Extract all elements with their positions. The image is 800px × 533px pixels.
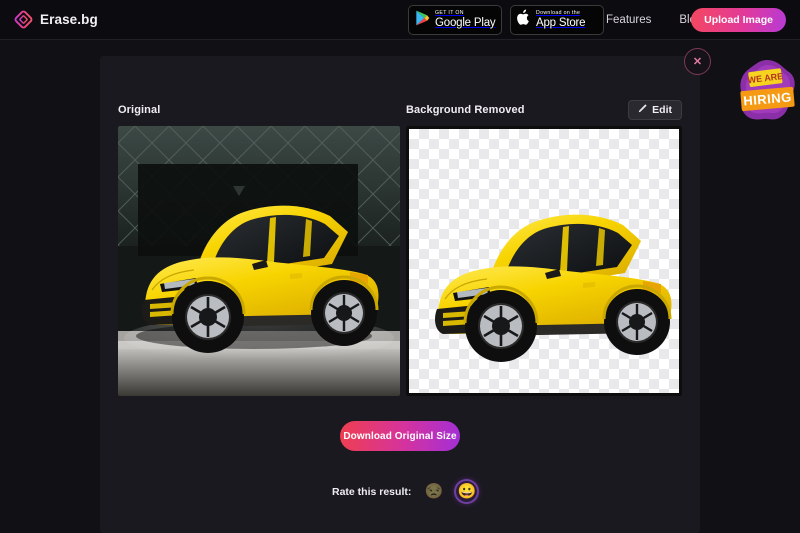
original-panel-header: Original xyxy=(118,100,400,120)
google-play-icon xyxy=(415,10,430,31)
download-original-size-button[interactable]: Download Original Size xyxy=(340,421,460,451)
top-header: Erase.bg GET IT ON Google Play Download … xyxy=(0,0,800,40)
result-panel-header: Background Removed Edit xyxy=(406,100,682,120)
rate-happy-icon[interactable]: 😀 xyxy=(456,481,478,502)
close-icon[interactable]: ✕ xyxy=(684,48,711,75)
rate-unhappy-icon[interactable]: 😒 xyxy=(423,481,444,502)
brand-logo-group[interactable]: Erase.bg xyxy=(14,10,98,29)
main-nav: Features Blog xyxy=(606,0,702,40)
store-badges: GET IT ON Google Play Download on the Ap… xyxy=(408,5,604,35)
original-image[interactable] xyxy=(118,126,400,396)
we-are-hiring-badge[interactable]: WE ARE HIRING xyxy=(736,58,798,124)
apple-icon xyxy=(517,9,531,31)
upload-image-button[interactable]: Upload Image xyxy=(691,8,786,32)
pencil-icon xyxy=(638,104,647,116)
diamond-logo-icon xyxy=(14,10,33,29)
edit-button-label: Edit xyxy=(652,104,672,116)
edit-button[interactable]: Edit xyxy=(628,100,682,120)
google-play-badge-top: GET IT ON xyxy=(435,9,464,16)
app-store-badge-top: Download on the xyxy=(536,9,581,16)
google-play-badge-bottom: Google Play xyxy=(435,16,496,29)
result-panel-title: Background Removed xyxy=(406,104,525,116)
original-panel-title: Original xyxy=(118,104,161,116)
brand-name: Erase.bg xyxy=(40,12,98,27)
rating-label: Rate this result: xyxy=(332,485,412,498)
page-root: Erase.bg GET IT ON Google Play Download … xyxy=(0,0,800,533)
rating-row: Rate this result: 😒 😀 xyxy=(332,481,478,502)
app-store-badge-bottom: App Store xyxy=(536,16,586,29)
transparency-checkerboard xyxy=(409,129,679,393)
app-store-badge[interactable]: Download on the App Store xyxy=(510,5,604,35)
result-card: Original Background Removed Edit Downloa… xyxy=(100,56,700,533)
google-play-badge[interactable]: GET IT ON Google Play xyxy=(408,5,502,35)
result-image[interactable] xyxy=(406,126,682,396)
nav-item-features[interactable]: Features xyxy=(606,14,651,26)
